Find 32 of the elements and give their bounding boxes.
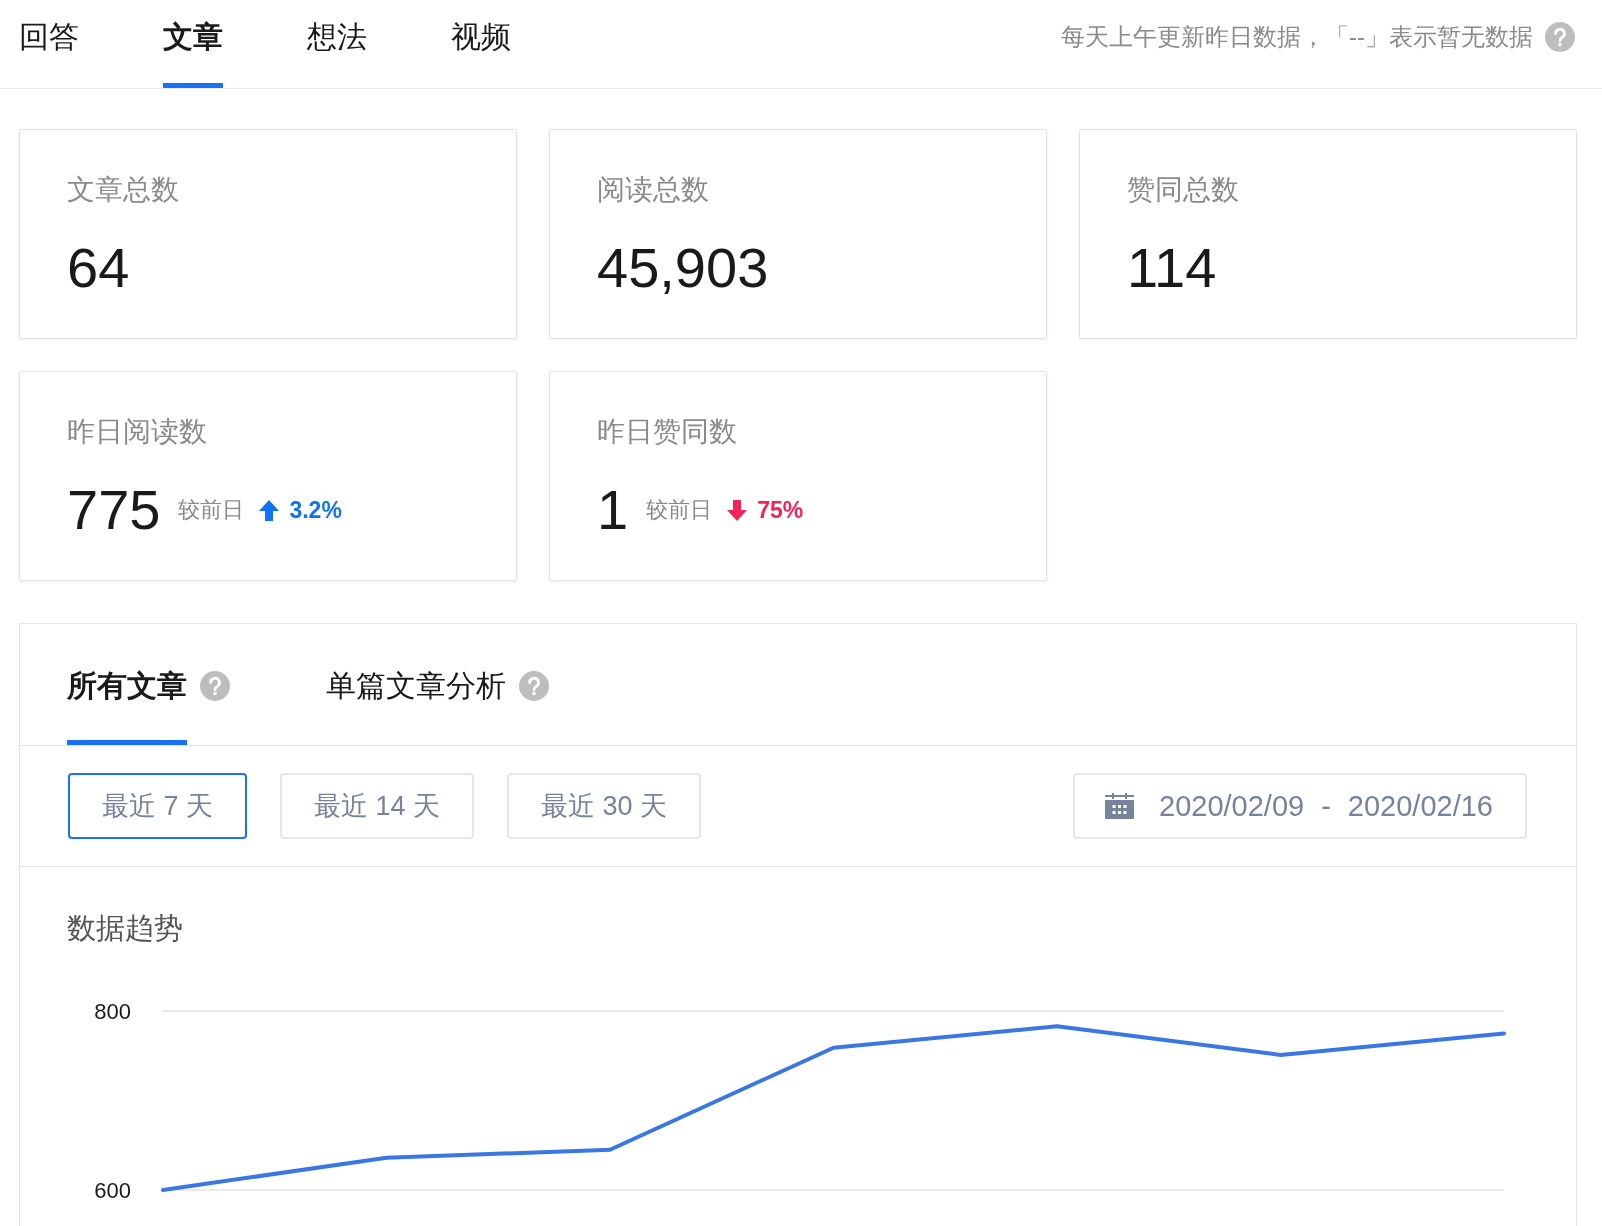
chart-title: 数据趋势 <box>67 911 183 946</box>
tab[interactable]: 回答 <box>19 0 79 88</box>
stat-label: 文章总数 <box>67 174 179 206</box>
tab[interactable]: 所有文章 <box>67 624 187 745</box>
stat-label: 昨日阅读数 <box>67 416 207 448</box>
tab[interactable]: 文章 <box>163 0 223 88</box>
change-value: 75% <box>757 496 804 525</box>
axis-label: 800 <box>94 999 131 1024</box>
stat-label: 阅读总数 <box>597 174 709 206</box>
tab[interactable]: 想法 <box>307 0 367 88</box>
stat-value: 775 <box>67 478 161 542</box>
compare-label: 较前日 <box>178 496 245 524</box>
help-icon[interactable] <box>519 671 549 701</box>
change-value: 3.2% <box>289 496 342 525</box>
axis-label: 600 <box>94 1178 131 1203</box>
stat-label: 昨日赞同数 <box>597 416 737 448</box>
help-icon[interactable] <box>1545 22 1575 52</box>
compare-label: 较前日 <box>646 496 713 524</box>
range-button[interactable]: 最近 30 天 <box>507 773 702 839</box>
calendar-icon <box>1105 793 1134 819</box>
tab[interactable]: 视频 <box>451 0 511 88</box>
stat-label: 赞同总数 <box>1127 174 1239 206</box>
stat-value: 114 <box>1127 236 1217 300</box>
tab[interactable]: 单篇文章分析 <box>326 624 506 745</box>
stat-value: 64 <box>67 236 130 300</box>
range-button[interactable]: 最近 14 天 <box>280 773 475 839</box>
stat-value: 1 <box>597 478 629 542</box>
help-icon[interactable] <box>200 671 230 701</box>
stat-value: 45,903 <box>597 236 769 300</box>
notice-text: 每天上午更新昨日数据，「--」表示暂无数据 <box>1061 22 1533 52</box>
date-range-picker[interactable]: 2020/02/09 - 2020/02/16 <box>1073 773 1527 839</box>
range-button[interactable]: 最近 7 天 <box>68 773 248 839</box>
